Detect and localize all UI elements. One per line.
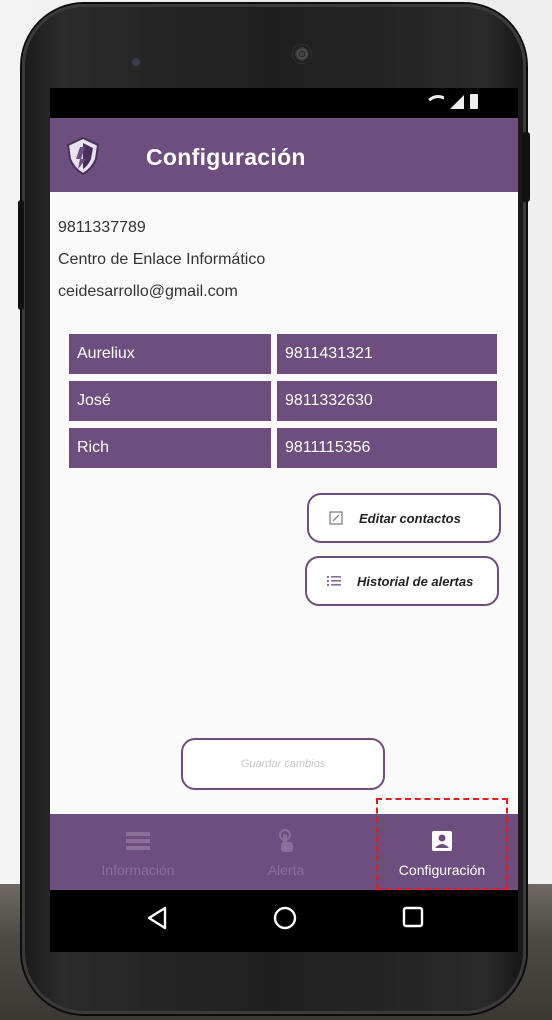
home-icon[interactable] <box>273 906 297 930</box>
nav-item-alert[interactable]: Alerta <box>236 814 336 890</box>
contact-phone: 9811115356 <box>277 428 497 468</box>
app-bar: Configuración <box>50 118 518 192</box>
alert-history-button[interactable]: Historial de alertas <box>305 556 499 606</box>
contact-phone: 9811332630 <box>277 381 497 421</box>
wifi-icon <box>426 95 444 109</box>
app-screen: Configuración 9811337789 Centro de Enlac… <box>50 88 518 890</box>
page-title: Configuración <box>146 144 306 170</box>
contact-name: José <box>69 381 271 421</box>
app-logo-icon <box>66 137 100 175</box>
front-camera <box>292 44 312 64</box>
edit-contacts-label: Editar contactos <box>359 510 461 526</box>
profile-phone: 9811337789 <box>58 219 146 236</box>
contact-name: Aureliux <box>69 334 271 374</box>
power-button <box>522 132 530 202</box>
profile-organization: Centro de Enlace Informático <box>58 251 266 268</box>
list-icon <box>327 574 341 588</box>
edit-contacts-button[interactable]: Editar contactos <box>307 493 501 543</box>
signal-icon <box>450 95 464 109</box>
contact-name: Rich <box>69 428 271 468</box>
contact-phone: 9811431321 <box>277 334 497 374</box>
volume-button <box>18 200 24 310</box>
save-changes-button[interactable]: Guardar cambios <box>181 738 385 790</box>
profile-email: ceidesarrollo@gmail.com <box>58 283 238 300</box>
save-changes-label: Guardar cambios <box>240 758 326 770</box>
nav-label-info: Información <box>101 862 175 878</box>
nav-label-alert: Alerta <box>267 862 305 878</box>
system-navigation-bar <box>50 890 518 952</box>
back-icon[interactable] <box>146 906 168 930</box>
edit-icon <box>329 511 343 525</box>
recents-icon[interactable] <box>402 906 424 928</box>
status-bar <box>50 88 518 118</box>
contact-row: Aureliux 9811431321 <box>69 334 497 374</box>
touch-icon <box>276 829 296 852</box>
contact-row: José 9811332630 <box>69 381 497 421</box>
proximity-sensor <box>132 58 140 66</box>
battery-icon <box>470 94 478 109</box>
contact-row: Rich 9811115356 <box>69 428 497 468</box>
list-icon <box>126 830 150 852</box>
highlight-box <box>376 798 508 890</box>
alert-history-label: Historial de alertas <box>357 573 474 589</box>
contacts-table: Aureliux 9811431321 José 9811332630 Rich… <box>69 334 497 475</box>
nav-item-info[interactable]: Información <box>78 814 198 890</box>
